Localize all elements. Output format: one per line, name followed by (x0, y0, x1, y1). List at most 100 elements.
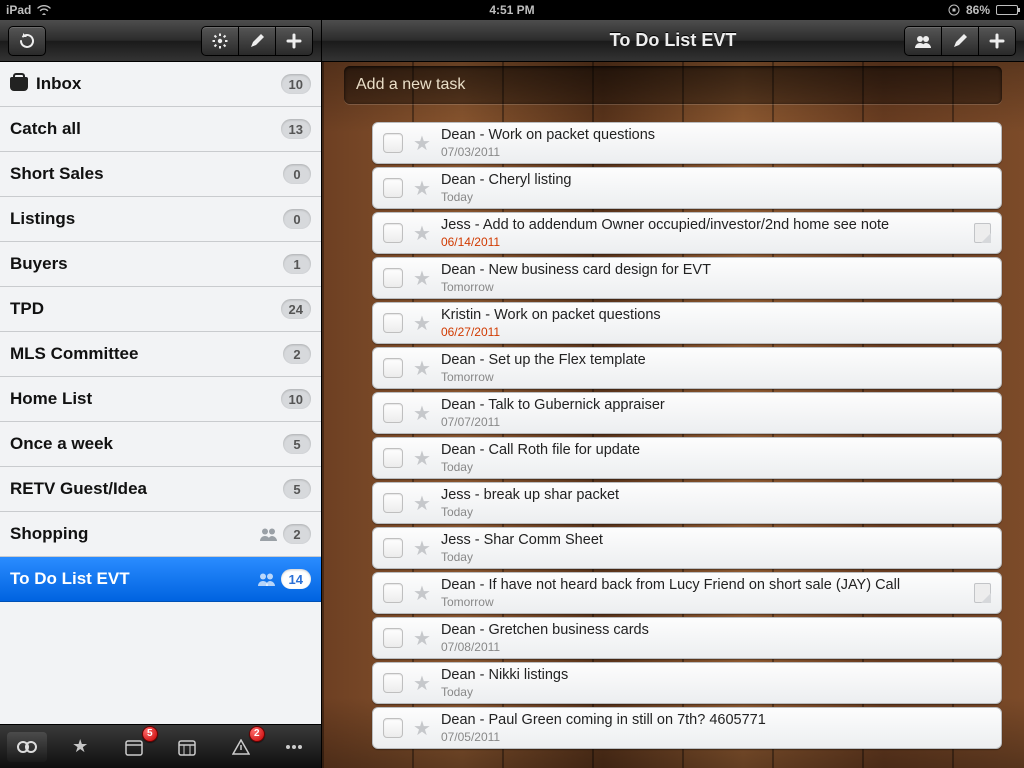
task-checkbox[interactable] (383, 268, 403, 288)
count-badge: 10 (281, 74, 311, 94)
star-icon[interactable]: ★ (413, 176, 431, 201)
tab-overdue-icon[interactable]: 2 (221, 732, 261, 762)
star-icon[interactable]: ★ (413, 491, 431, 516)
task-checkbox[interactable] (383, 583, 403, 603)
sidebar-item[interactable]: Once a week5 (0, 422, 321, 467)
task-row[interactable]: ★Dean - Cheryl listingToday (372, 167, 1002, 209)
task-row[interactable]: ★ Dean - If have not heard back from Lucy… (372, 572, 1002, 614)
task-checkbox[interactable] (383, 673, 403, 693)
star-icon[interactable]: ★ (413, 536, 431, 561)
star-icon[interactable]: ★ (413, 221, 431, 246)
count-badge: 13 (281, 119, 311, 139)
task-checkbox[interactable] (383, 133, 403, 153)
sidebar-item[interactable]: Shopping2 (0, 512, 321, 557)
lists[interactable]: Inbox 10 Catch all13Short Sales0Listings0B… (0, 62, 321, 724)
star-icon[interactable]: ★ (413, 671, 431, 696)
task-row[interactable]: ★Dean - Paul Green coming in still on 7t… (372, 707, 1002, 749)
task-row[interactable]: ★Jess - Add to addendum Owner occupied/i… (372, 212, 1002, 254)
count-badge: 24 (281, 299, 311, 319)
sidebar-item[interactable]: Listings0 (0, 197, 321, 242)
task-checkbox[interactable] (383, 538, 403, 558)
task-date: Tomorrow (441, 370, 991, 384)
main-panel: To Do List EVT Add a new task ★Dean - Wo… (322, 20, 1024, 768)
task-row[interactable]: ★ Dean - Work on packet questions07/03/20… (372, 122, 1002, 164)
task-date: Tomorrow (441, 280, 991, 294)
star-icon[interactable]: ★ (413, 266, 431, 291)
task-checkbox[interactable] (383, 178, 403, 198)
task-title: Jess - break up shar packet (441, 487, 991, 504)
tab-starred-icon[interactable]: ★ (60, 732, 100, 762)
sidebar-item[interactable]: Home List10 (0, 377, 321, 422)
device-label: iPad (6, 3, 31, 17)
edit-tasks-button[interactable] (941, 26, 979, 56)
star-icon[interactable]: ★ (413, 716, 431, 741)
tab-more-icon[interactable] (274, 732, 314, 762)
task-date: 07/07/2011 (441, 415, 991, 429)
task-title: Dean - Work on packet questions (441, 127, 991, 144)
add-task-button[interactable] (978, 26, 1016, 56)
tab-all-icon[interactable] (7, 732, 47, 762)
count-badge: 10 (281, 389, 311, 409)
edit-button[interactable] (238, 26, 276, 56)
sidebar-item-label: Inbox (36, 74, 81, 94)
task-row[interactable]: ★ Dean - Talk to Gubernick appraiser07/07… (372, 392, 1002, 434)
tab-today-icon[interactable]: 5 (114, 732, 154, 762)
sidebar-item[interactable]: TPD24 (0, 287, 321, 332)
star-icon[interactable]: ★ (413, 581, 431, 606)
sidebar-item[interactable]: RETV Guest/Idea5 (0, 467, 321, 512)
count-badge: 5 (283, 479, 311, 499)
star-icon[interactable]: ★ (413, 446, 431, 471)
star-icon[interactable]: ★ (413, 131, 431, 156)
share-button[interactable] (904, 26, 942, 56)
task-date: 06/14/2011 (441, 235, 964, 249)
add-task-input[interactable]: Add a new task (344, 66, 1002, 104)
task-checkbox[interactable] (383, 358, 403, 378)
star-icon[interactable]: ★ (413, 356, 431, 381)
task-row[interactable]: ★Kristin - Work on packet questions06/27… (372, 302, 1002, 344)
task-checkbox[interactable] (383, 448, 403, 468)
task-list-body[interactable]: Add a new task ★ Dean - Work on packet qu… (322, 62, 1024, 768)
task-checkbox[interactable] (383, 493, 403, 513)
task-date: Tomorrow (441, 595, 964, 609)
sidebar-item[interactable]: To Do List EVT14 (0, 557, 321, 602)
shared-icon (257, 572, 277, 586)
add-task-placeholder: Add a new task (356, 76, 465, 94)
sidebar-item[interactable]: MLS Committee 2 (0, 332, 321, 377)
settings-button[interactable] (201, 26, 239, 56)
task-row[interactable]: ★Dean - New business card design for EVT… (372, 257, 1002, 299)
task-row[interactable]: ★Dean - Gretchen business cards07/08/201… (372, 617, 1002, 659)
task-title: Kristin - Work on packet questions (441, 307, 991, 324)
task-date: 07/08/2011 (441, 640, 991, 654)
task-row[interactable]: ★Dean - Call Roth file for updateToday (372, 437, 1002, 479)
note-icon (974, 583, 991, 603)
count-badge: 14 (281, 569, 311, 589)
task-checkbox[interactable] (383, 223, 403, 243)
add-list-button[interactable] (275, 26, 313, 56)
task-date: 07/05/2011 (441, 730, 991, 744)
task-row[interactable]: ★Dean - Set up the Flex templateTomorrow (372, 347, 1002, 389)
sidebar-item[interactable]: Catch all13 (0, 107, 321, 152)
star-icon[interactable]: ★ (413, 626, 431, 651)
task-title: Dean - If have not heard back from Lucy … (441, 577, 964, 594)
task-checkbox[interactable] (383, 628, 403, 648)
star-icon[interactable]: ★ (413, 401, 431, 426)
count-badge: 2 (283, 344, 311, 364)
sidebar-item-label: MLS Committee (10, 344, 138, 364)
task-date: Today (441, 505, 991, 519)
tab-week-icon[interactable] (167, 732, 207, 762)
task-title: Dean - Talk to Gubernick appraiser (441, 397, 991, 414)
sidebar-item[interactable]: Inbox 10 (0, 62, 321, 107)
sidebar-item[interactable]: Buyers1 (0, 242, 321, 287)
task-checkbox[interactable] (383, 403, 403, 423)
sidebar-item-label: Once a week (10, 434, 113, 454)
task-checkbox[interactable] (383, 718, 403, 738)
sidebar-item[interactable]: Short Sales0 (0, 152, 321, 197)
star-icon[interactable]: ★ (413, 311, 431, 336)
task-row[interactable]: ★Jess - Shar Comm SheetToday (372, 527, 1002, 569)
wifi-icon (37, 5, 51, 15)
task-row[interactable]: ★ Jess - break up shar packetToday (372, 482, 1002, 524)
task-checkbox[interactable] (383, 313, 403, 333)
task-date: 07/03/2011 (441, 145, 991, 159)
task-row[interactable]: ★Dean - Nikki listingsToday (372, 662, 1002, 704)
refresh-button[interactable] (8, 26, 46, 56)
